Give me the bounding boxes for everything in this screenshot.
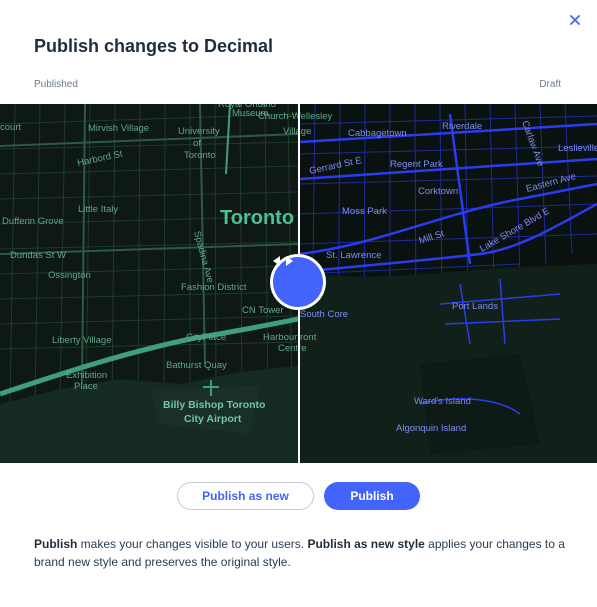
map-label: Corktown bbox=[418, 186, 458, 197]
map-label: Mirvish Village bbox=[88, 123, 149, 134]
map-label: Riverdale bbox=[442, 121, 482, 132]
map-label: Church-Wellesley bbox=[258, 111, 333, 122]
map-label: Fashion District bbox=[181, 282, 247, 293]
map-label-toronto: Toronto bbox=[220, 207, 294, 229]
publish-button[interactable]: Publish bbox=[324, 482, 420, 510]
left-right-arrows-icon bbox=[273, 256, 293, 266]
map-label-airport: Billy Bishop Toronto bbox=[163, 399, 265, 411]
close-button[interactable] bbox=[567, 12, 583, 28]
map-label: Toronto bbox=[184, 150, 216, 161]
compare-slider-handle[interactable] bbox=[270, 254, 326, 310]
map-label: Ward's Island bbox=[414, 396, 471, 407]
map-label: Leslieville bbox=[558, 143, 597, 154]
map-label: court bbox=[0, 122, 21, 133]
map-label: Dundas St W bbox=[10, 250, 66, 261]
publish-as-new-button[interactable]: Publish as new bbox=[177, 482, 314, 510]
map-label: Ossington bbox=[48, 270, 91, 281]
action-bar: Publish as new Publish bbox=[0, 482, 597, 510]
map-label: CN Tower bbox=[242, 305, 284, 316]
map-label: Cabbagetown bbox=[348, 128, 407, 139]
publish-term: Publish bbox=[34, 537, 78, 551]
map-label: Place bbox=[74, 381, 98, 392]
publish-new-term: Publish as new style bbox=[307, 537, 425, 551]
style-compare-view[interactable]: Royal Ontario Museum Mirvish Village Uni… bbox=[0, 104, 597, 463]
map-label: University bbox=[178, 126, 220, 137]
map-label: Liberty Village bbox=[52, 335, 112, 346]
close-icon bbox=[570, 15, 580, 25]
map-label: Algonquin Island bbox=[396, 423, 466, 434]
map-label: South Core bbox=[300, 309, 348, 320]
publish-desc: makes your changes visible to your users… bbox=[77, 537, 308, 551]
map-label: St. Lawrence bbox=[326, 250, 381, 261]
map-label: Bathurst Quay bbox=[166, 360, 227, 371]
map-label: Dufferin Grove bbox=[2, 216, 64, 227]
published-label: Published bbox=[34, 79, 78, 90]
map-label: Harbourfront bbox=[263, 332, 317, 343]
map-label: Centre bbox=[278, 343, 307, 354]
map-label: CityPlace bbox=[186, 332, 226, 343]
map-label: Exhibition bbox=[66, 370, 107, 381]
draft-label: Draft bbox=[539, 79, 561, 90]
map-label-airport: City Airport bbox=[184, 413, 242, 425]
map-label: Port Lands bbox=[452, 301, 498, 312]
map-label: Moss Park bbox=[342, 206, 387, 217]
map-label: of bbox=[193, 138, 201, 149]
publish-explanation: Publish makes your changes visible to yo… bbox=[34, 535, 569, 571]
dialog-title: Publish changes to Decimal bbox=[34, 36, 274, 56]
map-label: Regent Park bbox=[390, 159, 443, 170]
map-label: Little Italy bbox=[78, 204, 118, 215]
